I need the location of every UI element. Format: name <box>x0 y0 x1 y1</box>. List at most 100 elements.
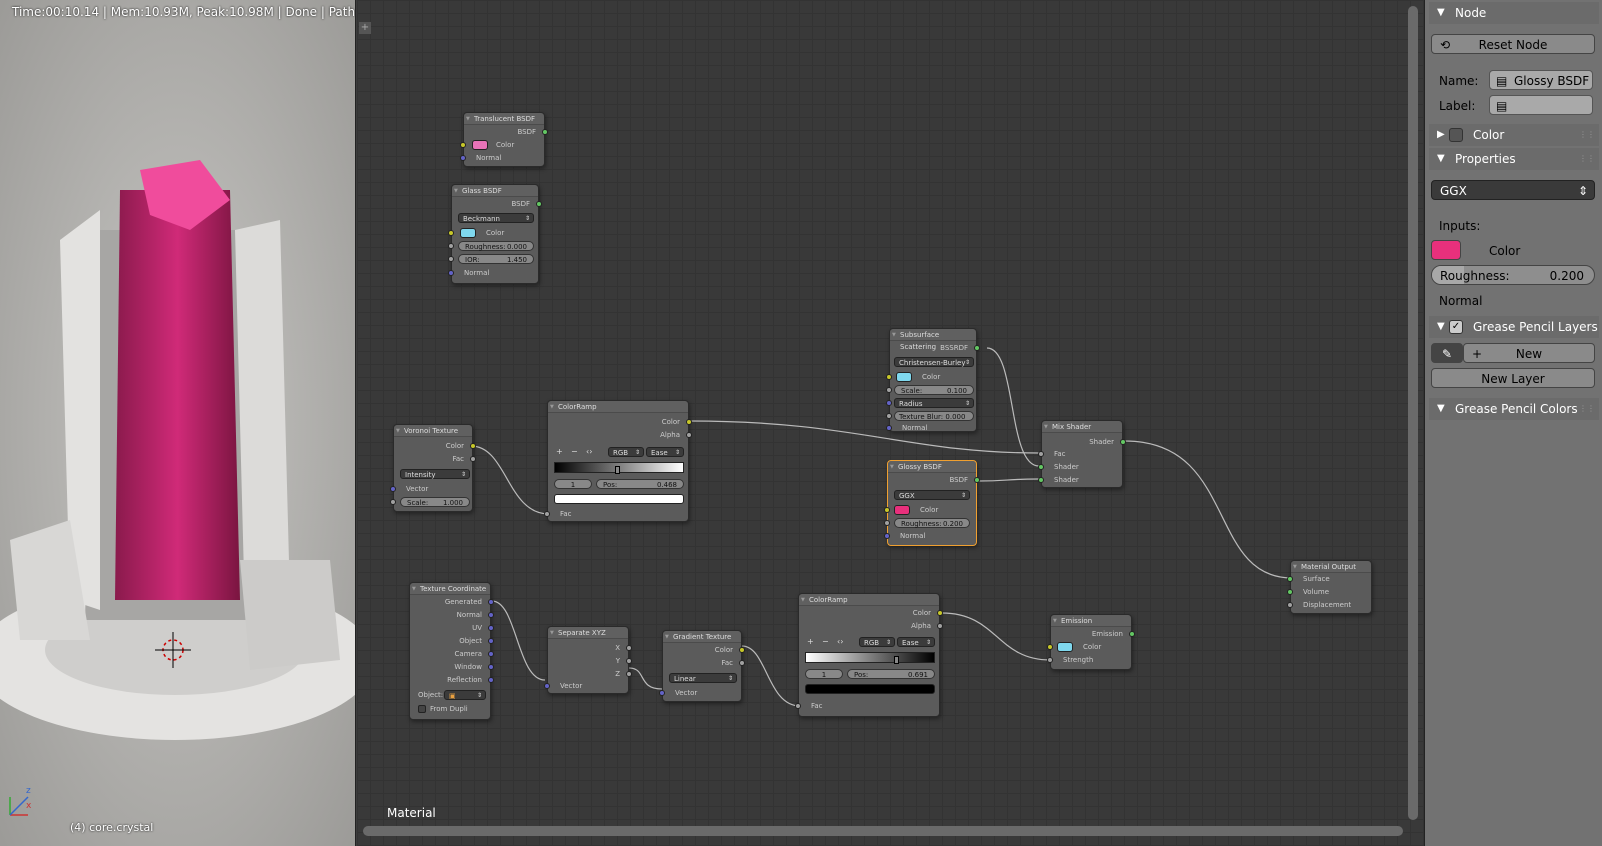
color-mode-dropdown[interactable]: RGB <box>608 447 644 458</box>
node-material-output[interactable]: Material Output Surface Volume Displacem… <box>1287 560 1372 614</box>
scale-socket[interactable] <box>390 499 396 505</box>
remove-stop-button[interactable]: − <box>822 637 829 646</box>
surface-socket[interactable] <box>1287 576 1293 582</box>
flip-ramp-button[interactable]: ‹› <box>837 637 843 646</box>
panel-properties-header[interactable]: ▼ Properties ⋮⋮ <box>1429 148 1599 170</box>
stop-index-field[interactable]: 1 <box>554 479 592 489</box>
color-swatch[interactable] <box>1057 642 1073 652</box>
remove-stop-button[interactable]: − <box>571 447 578 456</box>
output-fac-socket[interactable] <box>739 660 745 666</box>
shader1-socket[interactable] <box>1038 464 1044 470</box>
output-color-socket[interactable] <box>937 610 943 616</box>
shader2-socket[interactable] <box>1038 477 1044 483</box>
output-socket[interactable] <box>536 201 542 207</box>
node-emission[interactable]: Emission Emission Color Strength <box>1047 614 1135 670</box>
output-alpha-socket[interactable] <box>686 432 692 438</box>
falloff-dropdown[interactable]: Christensen-Burley <box>894 357 974 368</box>
normal-socket[interactable] <box>886 425 892 431</box>
panel-grease-pencil-layers-header[interactable]: ▼ ✓ Grease Pencil Layers ⋮⋮ <box>1429 316 1599 338</box>
scale-field[interactable]: Scale: 0.100 <box>894 385 974 395</box>
radius-dropdown[interactable]: Radius <box>894 398 974 409</box>
stop-index-field[interactable]: 1 <box>805 669 843 679</box>
color-swatch[interactable] <box>472 140 488 150</box>
node-editor[interactable]: + Translucent BSDF BSDF Color Normal Gla… <box>357 0 1424 846</box>
horizontal-scrollbar[interactable] <box>363 826 1403 836</box>
color-socket[interactable] <box>448 230 454 236</box>
roughness-socket[interactable] <box>448 243 454 249</box>
color-ramp-bar[interactable] <box>554 462 684 474</box>
scale-field[interactable]: Scale: 1.000 <box>400 497 470 507</box>
roughness-field[interactable]: Roughness: 0.000 <box>458 241 534 251</box>
object-picker[interactable]: ▣ <box>444 690 486 701</box>
ramp-stop-marker[interactable] <box>614 466 620 474</box>
output-socket[interactable] <box>974 477 980 483</box>
normal-socket[interactable] <box>448 270 454 276</box>
color-ramp-bar[interactable] <box>805 652 935 664</box>
roughness-slider[interactable]: Roughness: 0.200 <box>1431 265 1595 285</box>
node-separate-xyz[interactable]: Separate XYZ X Y Z Vector <box>544 626 632 694</box>
3d-viewport[interactable]: Time:00:10.14 | Mem:10.93M, Peak:10.98M … <box>0 0 356 846</box>
output-color-socket[interactable] <box>686 419 692 425</box>
new-grease-pencil-button[interactable]: + New <box>1463 343 1595 363</box>
color-swatch[interactable] <box>896 372 912 382</box>
output-object-socket[interactable] <box>488 638 494 644</box>
stop-color-field[interactable] <box>805 684 935 694</box>
color-socket[interactable] <box>886 374 892 380</box>
fac-socket[interactable] <box>544 511 550 517</box>
texture-blur-socket[interactable] <box>886 413 892 419</box>
node-glass-bsdf[interactable]: Glass BSDF BSDF Beckmann Color Roughness… <box>448 184 542 284</box>
output-x-socket[interactable] <box>626 645 632 651</box>
node-texture-coordinate[interactable]: Texture Coordinate Generated Normal UV O… <box>409 582 494 720</box>
normal-socket[interactable] <box>884 533 890 539</box>
roughness-field[interactable]: Roughness: 0.200 <box>894 518 970 528</box>
node-voronoi-texture[interactable]: Voronoi Texture Color Fac Intensity Vect… <box>390 424 476 512</box>
node-colorramp-1[interactable]: ColorRamp Color Alpha + − ‹› RGB Ease 1 … <box>544 400 692 522</box>
panel-color-header[interactable]: ▶ Color ⋮⋮ <box>1429 124 1599 146</box>
output-color-socket[interactable] <box>470 443 476 449</box>
fac-socket[interactable] <box>1038 451 1044 457</box>
volume-socket[interactable] <box>1287 589 1293 595</box>
output-z-socket[interactable] <box>626 671 632 677</box>
ramp-stop-marker[interactable] <box>894 656 900 664</box>
interpolation-dropdown[interactable]: Ease <box>646 447 684 458</box>
node-mix-shader[interactable]: Mix Shader Shader Fac Shader Shader <box>1038 420 1126 488</box>
strength-socket[interactable] <box>1047 657 1053 663</box>
vector-socket[interactable] <box>390 486 396 492</box>
radius-socket[interactable] <box>886 400 892 406</box>
normal-socket[interactable] <box>460 155 466 161</box>
add-stop-button[interactable]: + <box>556 447 563 456</box>
output-generated-socket[interactable] <box>488 599 494 605</box>
output-uv-socket[interactable] <box>488 625 494 631</box>
distribution-dropdown[interactable]: GGX <box>894 490 970 501</box>
add-stop-button[interactable]: + <box>807 637 814 646</box>
output-socket[interactable] <box>542 129 548 135</box>
distribution-select[interactable]: GGX ⇕ <box>1431 180 1595 200</box>
color-checkbox[interactable] <box>1449 128 1463 142</box>
fac-socket[interactable] <box>795 703 801 709</box>
output-socket[interactable] <box>1129 631 1135 637</box>
distribution-dropdown[interactable]: Beckmann <box>458 213 534 224</box>
pos-field[interactable]: Pos: 0.691 <box>847 669 935 679</box>
output-color-socket[interactable] <box>739 647 745 653</box>
scale-socket[interactable] <box>886 387 892 393</box>
coloring-dropdown[interactable]: Intensity <box>400 469 470 480</box>
output-window-socket[interactable] <box>488 664 494 670</box>
drag-handle-icon[interactable]: ⋮⋮ <box>1579 148 1595 170</box>
node-name-field[interactable]: ▤ Glossy BSDF <box>1489 70 1593 90</box>
pencil-source-button[interactable]: ✎ <box>1431 343 1463 363</box>
output-fac-socket[interactable] <box>470 456 476 462</box>
texture-blur-field[interactable]: Texture Blur: 0.000 <box>894 411 974 421</box>
interpolation-dropdown[interactable]: Ease <box>897 637 935 648</box>
new-layer-button[interactable]: New Layer <box>1431 368 1595 388</box>
node-translucent-bsdf[interactable]: Translucent BSDF BSDF Color Normal <box>460 112 548 167</box>
node-subsurface-scattering[interactable]: Subsurface Scattering BSSRDF Christensen… <box>886 328 980 432</box>
node-label-field[interactable]: ▤ <box>1489 95 1593 115</box>
node-gradient-texture[interactable]: Gradient Texture Color Fac Linear Vector <box>659 630 745 702</box>
ior-socket[interactable] <box>448 256 454 262</box>
grease-pencil-checkbox[interactable]: ✓ <box>1449 320 1463 334</box>
ior-field[interactable]: IOR: 1.450 <box>458 254 534 264</box>
color-socket[interactable] <box>884 507 890 513</box>
color-swatch[interactable] <box>460 228 476 238</box>
output-reflection-socket[interactable] <box>488 677 494 683</box>
color-swatch[interactable] <box>1431 240 1461 260</box>
